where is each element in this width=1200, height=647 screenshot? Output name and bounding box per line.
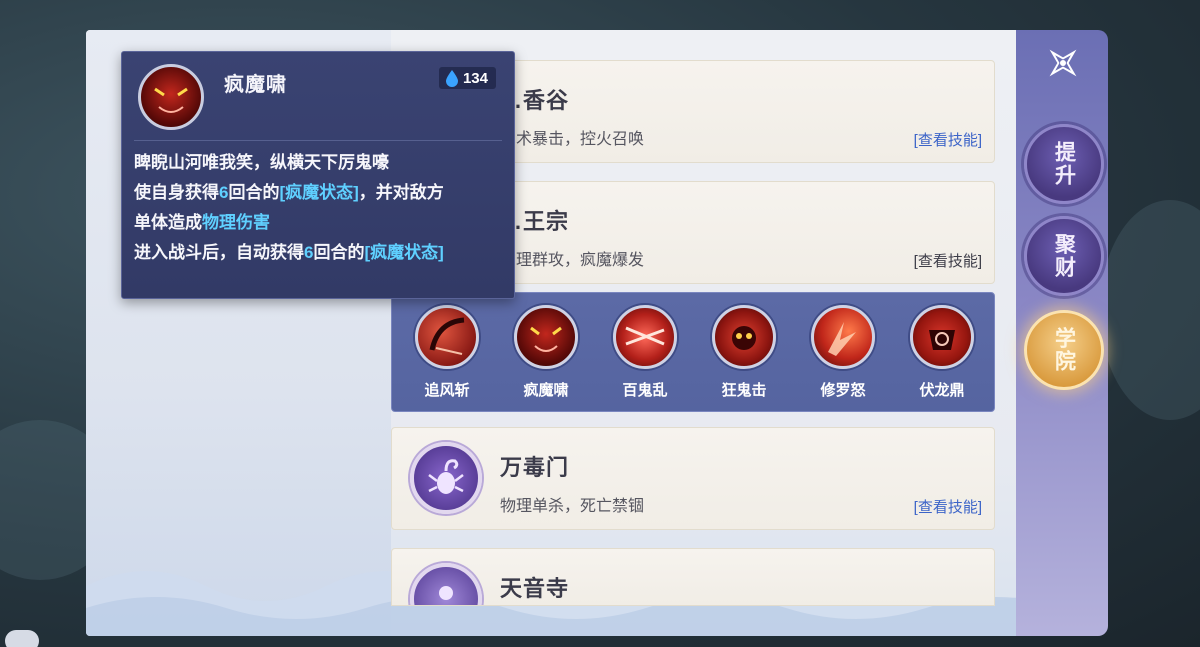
skill-tooltip: 疯魔啸 134 睥睨山河唯我笑，纵横天下厉鬼嚎 使自身获得6回合的[疯魔状态]，…: [121, 51, 515, 299]
academy-button[interactable]: 学院: [1024, 310, 1104, 390]
close-button[interactable]: [1040, 40, 1086, 86]
view-skills-link[interactable]: [查看技能]: [914, 250, 982, 271]
skill-item[interactable]: 追风斩: [412, 305, 482, 400]
cauldron-skill-icon: [910, 305, 974, 369]
slash-skill-icon: [415, 305, 479, 369]
upgrade-label: 提升: [1052, 141, 1076, 187]
school-card[interactable]: 天音寺: [391, 548, 995, 606]
chat-icon[interactable]: [5, 630, 39, 647]
desc-line-3: 单体造成物理伤害: [134, 213, 270, 232]
cross-slash-skill-icon: [613, 305, 677, 369]
school-title: 万毒门: [500, 455, 570, 480]
school-desc: 物理单杀，死亡禁锢: [500, 498, 645, 515]
skill-item[interactable]: 伏龙鼎: [907, 305, 977, 400]
skill-item[interactable]: 修罗怒: [808, 305, 878, 400]
desc-line-1: 睥睨山河唯我笑，纵横天下厉鬼嚎: [134, 153, 389, 172]
skill-description: 睥睨山河唯我笑，纵横天下厉鬼嚎 使自身获得6回合的[疯魔状态]，并对敌方 单体造…: [134, 148, 508, 268]
skill-item[interactable]: 疯魔啸: [511, 305, 581, 400]
school-desc: …术暴击，控火召唤: [500, 131, 645, 148]
skill-name: 疯魔啸: [523, 382, 569, 399]
skill-name: 狂鬼击: [721, 382, 767, 399]
close-icon: [1049, 49, 1077, 77]
water-drop-icon: [445, 70, 458, 87]
demon-face-skill-icon: [138, 64, 204, 130]
skill-list: 追风斩 疯魔啸 百鬼乱 狂鬼击 修罗怒 伏龙鼎: [391, 292, 995, 412]
buddha-icon: [410, 563, 482, 605]
skill-item[interactable]: 狂鬼击: [709, 305, 779, 400]
school-title: 天音寺: [500, 576, 570, 601]
ghost-strike-skill-icon: [712, 305, 776, 369]
divider: [134, 140, 502, 141]
skill-name: 追风斩: [424, 382, 470, 399]
skill-name: 修罗怒: [820, 382, 866, 399]
tooltip-skill-name: 疯魔啸: [224, 74, 287, 96]
view-skills-link[interactable]: [查看技能]: [914, 496, 982, 517]
skill-item[interactable]: 百鬼乱: [610, 305, 680, 400]
school-desc: …理群攻，疯魔爆发: [500, 252, 645, 269]
skill-name: 百鬼乱: [622, 382, 668, 399]
wealth-button[interactable]: 聚财: [1024, 216, 1104, 296]
desc-line-2: 使自身获得6回合的[疯魔状态]，并对敌方: [134, 183, 444, 202]
view-skills-link[interactable]: [查看技能]: [914, 129, 982, 150]
upgrade-button[interactable]: 提升: [1024, 124, 1104, 204]
wealth-label: 聚财: [1052, 233, 1076, 279]
background-shape: [1100, 200, 1200, 420]
school-card[interactable]: 万毒门 物理单杀，死亡禁锢 [查看技能]: [391, 427, 995, 530]
mana-cost-value: 134: [462, 69, 488, 87]
demon-face-skill-icon: [514, 305, 578, 369]
scorpion-icon: [410, 442, 482, 514]
mana-cost: 134: [438, 67, 496, 89]
skill-name: 伏龙鼎: [919, 382, 965, 399]
fury-skill-icon: [811, 305, 875, 369]
academy-label: 学院: [1052, 327, 1076, 373]
desc-line-4: 进入战斗后，自动获得6回合的[疯魔状态]: [134, 243, 444, 262]
